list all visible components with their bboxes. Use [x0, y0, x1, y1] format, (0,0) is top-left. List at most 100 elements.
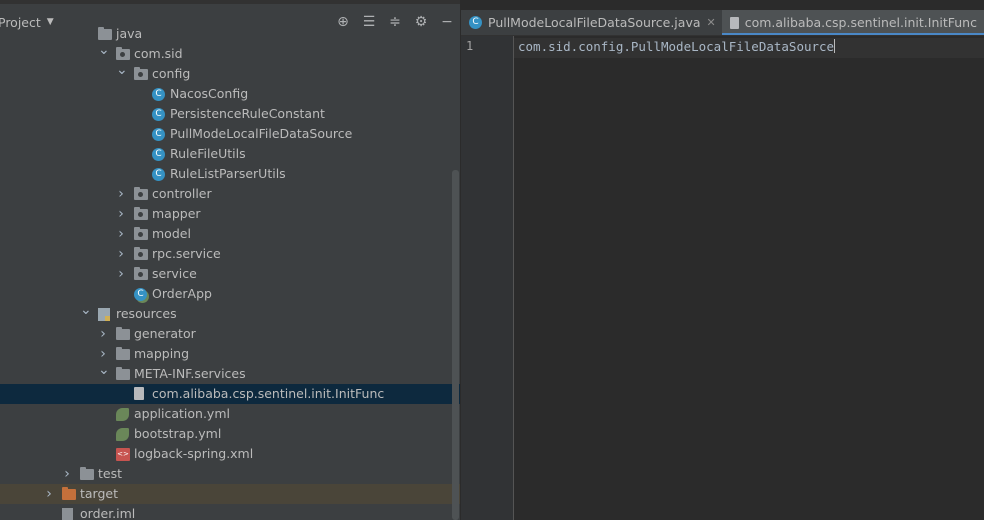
chevron-right-icon[interactable]: › [116, 264, 126, 284]
tab-label: PullModeLocalFileDataSource.java [488, 15, 701, 30]
text-caret [834, 39, 836, 53]
tree-item[interactable]: C PullModeLocalFileDataSource [0, 124, 460, 144]
module-file-icon [62, 508, 73, 520]
tree-item[interactable]: java [0, 24, 460, 44]
tree-item[interactable]: › mapper [0, 204, 460, 224]
chevron-down-icon[interactable]: ⌄ [98, 40, 110, 60]
resources-folder-icon [98, 308, 110, 321]
tree-item[interactable]: › mapping [0, 344, 460, 364]
line-gutter: 1 [461, 36, 514, 520]
chevron-down-icon[interactable]: ⌄ [116, 60, 128, 80]
tree-item[interactable]: ⌄ config [0, 62, 460, 84]
tree-item-label: mapping [134, 346, 190, 361]
chevron-right-icon[interactable]: › [116, 224, 126, 244]
tree-item-label: model [152, 226, 191, 241]
class-icon: C [152, 108, 165, 121]
tree-item[interactable]: <> logback-spring.xml [0, 444, 460, 464]
line-number: 1 [466, 39, 474, 53]
editor-tab[interactable]: com.alibaba.csp.sentinel.init.InitFunc✕ [721, 10, 984, 35]
tree-item-label: rpc.service [152, 246, 221, 261]
code-editor[interactable]: 1 com.sid.config.PullModeLocalFileDataSo… [461, 36, 984, 520]
tree-item-label: mapper [152, 206, 201, 221]
tree-item[interactable]: › target [0, 484, 460, 504]
chevron-down-icon[interactable]: ⌄ [80, 300, 92, 320]
tree-item[interactable]: ⌄ resources [0, 302, 460, 324]
chevron-right-icon[interactable]: › [116, 204, 126, 224]
tree-item[interactable]: order.iml [0, 504, 460, 520]
tree-item[interactable]: C RuleListParserUtils [0, 164, 460, 184]
close-icon[interactable]: ✕ [707, 16, 716, 29]
project-panel: Project ▼ ⊕ ☰ ≑ ⚙ − java ⌄ com.sid ⌄ config C… [0, 0, 460, 520]
package-icon [116, 47, 130, 60]
tree-item-label: PersistenceRuleConstant [170, 106, 325, 121]
class-icon: C [152, 128, 165, 141]
tree-item[interactable]: C NacosConfig [0, 84, 460, 104]
tree-item[interactable]: › rpc.service [0, 244, 460, 264]
editor-tab-bar: C PullModeLocalFileDataSource.java ✕ com.al… [461, 10, 984, 36]
tree-item-label: PullModeLocalFileDataSource [170, 126, 353, 141]
folder-icon [116, 347, 130, 360]
code-line[interactable]: com.sid.config.PullModeLocalFileDataSour… [518, 39, 836, 54]
tree-item[interactable]: › controller [0, 184, 460, 204]
chevron-right-icon[interactable]: › [116, 244, 126, 264]
tree-item-label: resources [116, 306, 177, 321]
tree-item-label: bootstrap.yml [134, 426, 222, 441]
tree-item[interactable]: › service [0, 264, 460, 284]
package-icon [134, 67, 148, 80]
tab-label: com.alibaba.csp.sentinel.init.InitFunc [744, 15, 977, 30]
tree-item[interactable]: C OrderApp [0, 284, 460, 304]
folder-icon [116, 327, 130, 340]
chevron-right-icon[interactable]: › [62, 464, 72, 484]
text-file-icon [134, 387, 144, 400]
class-icon: C [152, 148, 165, 161]
tree-item-label: com.alibaba.csp.sentinel.init.InitFunc [152, 386, 385, 401]
tree-item-label: test [98, 466, 123, 481]
tree-item-label: RuleListParserUtils [170, 166, 286, 181]
chevron-right-icon[interactable]: › [116, 184, 126, 204]
tree-item[interactable]: ⌄ com.sid [0, 42, 460, 64]
text-file-icon [729, 16, 739, 29]
editor-tab[interactable]: C PullModeLocalFileDataSource.java ✕ [461, 10, 722, 35]
spring-yml-icon [116, 428, 129, 441]
tree-item[interactable]: C PersistenceRuleConstant [0, 104, 460, 124]
chevron-right-icon[interactable]: › [44, 484, 54, 504]
spring-yml-icon [116, 408, 129, 421]
tree-item-label: application.yml [134, 406, 230, 421]
tree-item-label: logback-spring.xml [134, 446, 254, 461]
chevron-down-icon[interactable]: ⌄ [98, 360, 110, 380]
folder-icon [116, 367, 130, 380]
tree-item[interactable]: C RuleFileUtils [0, 144, 460, 164]
tree-item[interactable]: application.yml [0, 404, 460, 424]
xml-file-icon: <> [116, 448, 130, 461]
tree-item[interactable]: ⌄ META-INF.services [0, 362, 460, 384]
package-icon [134, 247, 148, 260]
class-icon: C [152, 168, 165, 181]
tree-item-label: order.iml [80, 506, 136, 520]
tree-item[interactable]: › test [0, 464, 460, 484]
tree-item[interactable]: com.alibaba.csp.sentinel.init.InitFunc [0, 384, 460, 404]
tree-item-label: com.sid [134, 46, 183, 61]
tree-item-label: java [116, 26, 143, 41]
project-tree: java ⌄ com.sid ⌄ config C NacosConfig C Persiste… [0, 24, 460, 520]
folder-icon [98, 27, 112, 40]
tree-item-label: generator [134, 326, 196, 341]
tree-item-label: NacosConfig [170, 86, 249, 101]
package-icon [134, 207, 148, 220]
tree-item[interactable]: bootstrap.yml [0, 424, 460, 444]
tree-item-label: RuleFileUtils [170, 146, 246, 161]
chevron-right-icon[interactable]: › [98, 324, 108, 344]
tree-item-label: service [152, 266, 197, 281]
package-icon [134, 267, 148, 280]
tree-item[interactable]: › generator [0, 324, 460, 344]
class-icon: C [469, 16, 482, 29]
tree-scrollbar[interactable] [452, 170, 459, 520]
tree-item-label: META-INF.services [134, 366, 246, 381]
spring-boot-app-icon: C [134, 288, 147, 301]
package-icon [134, 227, 148, 240]
package-icon [134, 187, 148, 200]
tree-item-label: OrderApp [152, 286, 212, 301]
tree-item-label: config [152, 66, 191, 81]
target-folder-icon [62, 487, 76, 500]
tree-item[interactable]: › model [0, 224, 460, 244]
class-icon: C [152, 88, 165, 101]
